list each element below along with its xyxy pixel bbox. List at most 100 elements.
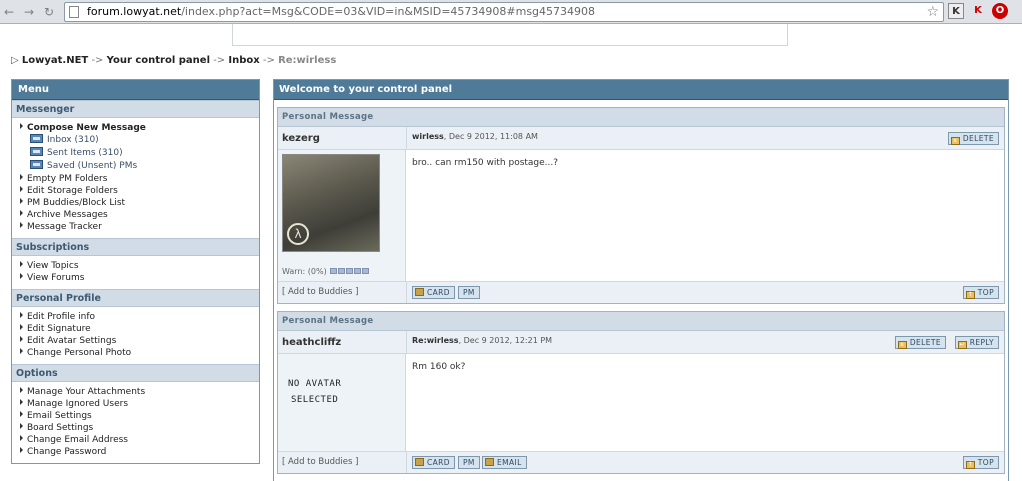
- card-icon: [415, 458, 424, 466]
- section-subscriptions: Subscriptions: [12, 238, 259, 256]
- bullet-arrow-icon: [20, 186, 23, 192]
- folder-inbox[interactable]: Inbox (310): [12, 134, 259, 147]
- extension-opera-icon[interactable]: O: [992, 3, 1008, 19]
- compose-message-link[interactable]: Compose New Message: [12, 122, 259, 134]
- menu-title: Menu: [12, 80, 259, 100]
- bullet-arrow-icon: [20, 435, 23, 441]
- delete-button[interactable]: x DELETE: [894, 336, 946, 349]
- bullet-arrow-icon: [20, 447, 23, 453]
- message-tracker-link[interactable]: Message Tracker: [12, 221, 259, 233]
- pm-message: Personal Message kezerg wirless, Dec 9 2…: [277, 107, 1005, 304]
- main-panel: Welcome to your control panel Personal M…: [273, 79, 1009, 481]
- pm-button[interactable]: PM: [458, 286, 480, 299]
- bullet-arrow-icon: [20, 324, 23, 330]
- section-options: Options: [12, 364, 259, 382]
- forward-icon[interactable]: →: [22, 5, 36, 19]
- pm-header: Personal Message: [278, 108, 1004, 127]
- manage-attachments-link[interactable]: Manage Your Attachments: [12, 386, 259, 398]
- edit-profile-link[interactable]: Edit Profile info: [12, 311, 259, 323]
- top-button[interactable]: ↑ TOP: [962, 286, 999, 299]
- bullet-arrow-icon: [20, 411, 23, 417]
- section-messenger: Messenger: [12, 100, 259, 118]
- back-icon[interactable]: ←: [2, 5, 16, 19]
- breadcrumb-home[interactable]: Lowyat.NET: [22, 55, 88, 66]
- arrow-up-icon: ↑: [965, 291, 975, 299]
- warn-level: Warn: (0%): [282, 267, 370, 276]
- board-settings-link[interactable]: Board Settings: [12, 422, 259, 434]
- message-body: Rm 160 ok?: [412, 362, 466, 372]
- url-text: forum.lowyat.net/index.php?act=Msg&CODE=…: [87, 5, 596, 18]
- bullet-arrow-icon: [20, 273, 23, 279]
- folder-icon: [30, 147, 43, 156]
- card-button[interactable]: CARD: [412, 286, 455, 299]
- delete-icon: x: [897, 341, 907, 349]
- folder-icon: [30, 134, 43, 143]
- bullet-arrow-icon: [20, 222, 23, 228]
- no-avatar-placeholder: NO AVATAR SELECTED: [288, 379, 342, 405]
- email-settings-link[interactable]: Email Settings: [12, 410, 259, 422]
- change-password-link[interactable]: Change Password: [12, 446, 259, 458]
- change-email-link[interactable]: Change Email Address: [12, 434, 259, 446]
- author-name[interactable]: kezerg: [282, 133, 320, 144]
- archive-messages-link[interactable]: Archive Messages: [12, 209, 259, 221]
- author-name[interactable]: heathcliffz: [282, 337, 341, 348]
- pm-button[interactable]: PM: [458, 456, 480, 469]
- panel-title: Welcome to your control panel: [274, 80, 1008, 100]
- bullet-arrow-icon: [20, 261, 23, 267]
- add-to-buddies-link[interactable]: [ Add to Buddies ]: [282, 457, 358, 467]
- address-bar[interactable]: forum.lowyat.net/index.php?act=Msg&CODE=…: [64, 2, 944, 22]
- empty-pm-folders-link[interactable]: Empty PM Folders: [12, 173, 259, 185]
- bullet-arrow-icon: [20, 336, 23, 342]
- view-topics-link[interactable]: View Topics: [12, 260, 259, 272]
- extension-k-icon[interactable]: K: [948, 3, 964, 19]
- email-icon: [485, 458, 494, 466]
- edit-avatar-link[interactable]: Edit Avatar Settings: [12, 335, 259, 347]
- edit-storage-folders-link[interactable]: Edit Storage Folders: [12, 185, 259, 197]
- edit-signature-link[interactable]: Edit Signature: [12, 323, 259, 335]
- change-photo-link[interactable]: Change Personal Photo: [12, 347, 259, 359]
- add-to-buddies-link[interactable]: [ Add to Buddies ]: [282, 287, 358, 297]
- bookmark-star-icon[interactable]: ☆: [926, 4, 939, 20]
- post-info: Re:wirless, Dec 9 2012, 12:21 PM: [412, 336, 553, 345]
- folder-sent[interactable]: Sent Items (310): [12, 147, 259, 160]
- browser-toolbar: ← → ↻ forum.lowyat.net/index.php?act=Msg…: [0, 0, 1022, 24]
- card-icon: [415, 288, 424, 296]
- view-forums-link[interactable]: View Forums: [12, 272, 259, 284]
- bullet-arrow-icon: [20, 399, 23, 405]
- breadcrumb-current: Re:wirless: [278, 55, 337, 66]
- bullet-arrow-icon: [20, 348, 23, 354]
- pm-message: Personal Message heathcliffz Re:wirless,…: [277, 311, 1005, 474]
- page-icon: [69, 6, 79, 18]
- avatar: λ: [282, 154, 380, 252]
- breadcrumb-control-panel[interactable]: Your control panel: [107, 55, 210, 66]
- bullet-arrow-icon: [20, 423, 23, 429]
- card-button[interactable]: CARD: [412, 456, 455, 469]
- bullet-arrow-icon: [20, 174, 23, 180]
- bullet-arrow-icon: [20, 387, 23, 393]
- manage-ignored-link[interactable]: Manage Ignored Users: [12, 398, 259, 410]
- folder-icon: [30, 160, 43, 169]
- pm-buddies-link[interactable]: PM Buddies/Block List: [12, 197, 259, 209]
- extension-kaspersky-icon[interactable]: K: [970, 3, 986, 19]
- reply-button[interactable]: ↩ REPLY: [954, 336, 999, 349]
- pm-header: Personal Message: [278, 312, 1004, 331]
- section-personal-profile: Personal Profile: [12, 289, 259, 307]
- message-body: bro.. can rm150 with postage...?: [412, 158, 559, 168]
- reply-icon: ↩: [957, 341, 967, 349]
- bullet-arrow-icon: [20, 123, 23, 129]
- bullet-arrow-icon: [20, 210, 23, 216]
- half-life-logo-icon: λ: [287, 223, 309, 245]
- top-button[interactable]: ↑ TOP: [962, 456, 999, 469]
- arrow-up-icon: ↑: [965, 461, 975, 469]
- delete-icon: x: [950, 137, 960, 145]
- bullet-arrow-icon: [20, 312, 23, 318]
- folder-saved[interactable]: Saved (Unsent) PMs: [12, 160, 259, 173]
- banner-area: [232, 24, 788, 46]
- post-info: wirless, Dec 9 2012, 11:08 AM: [412, 132, 538, 141]
- breadcrumb-inbox[interactable]: Inbox: [228, 55, 259, 66]
- delete-button[interactable]: x DELETE: [947, 132, 999, 145]
- reload-icon[interactable]: ↻: [42, 5, 56, 19]
- control-panel-menu: Menu Messenger Compose New Message Inbox…: [11, 79, 260, 464]
- email-button[interactable]: EMAIL: [482, 456, 527, 469]
- bullet-arrow-icon: [20, 198, 23, 204]
